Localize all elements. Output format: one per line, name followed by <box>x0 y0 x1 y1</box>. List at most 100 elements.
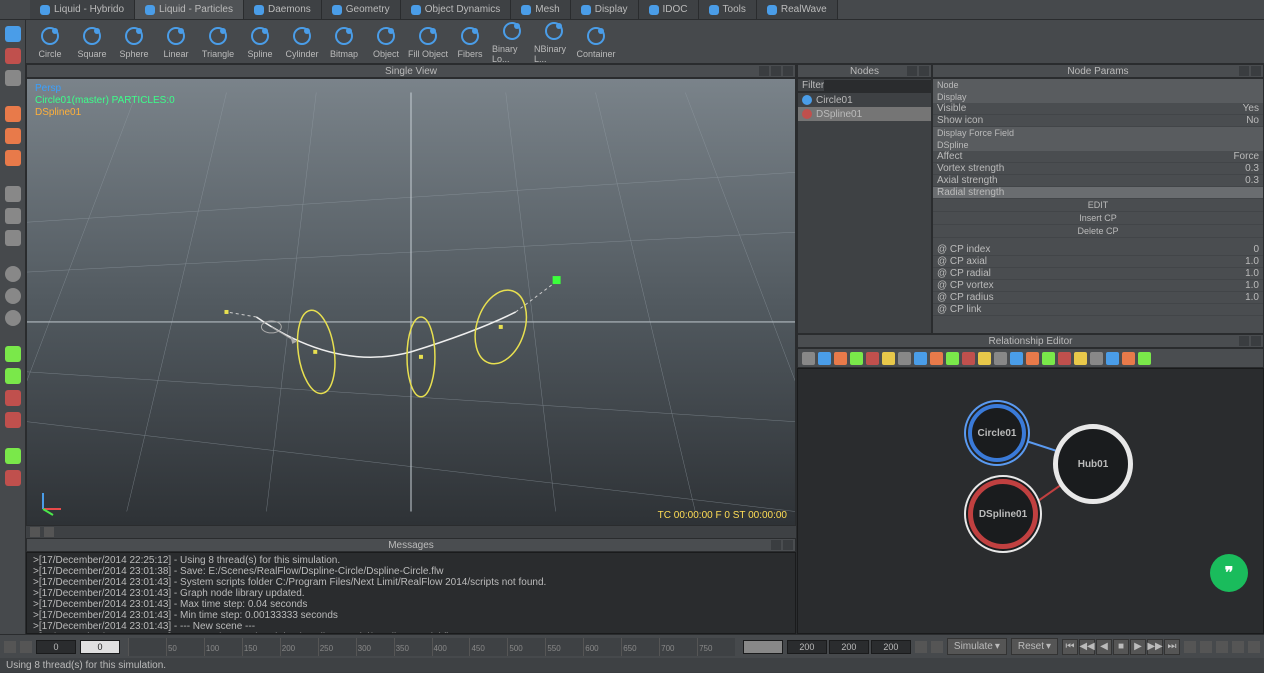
panel-min-icon[interactable] <box>771 540 781 550</box>
top-tab[interactable]: Daemons <box>244 0 322 19</box>
rel-node-circle[interactable]: Circle01 <box>968 404 1026 462</box>
rel-tool-icon[interactable] <box>1058 352 1071 365</box>
prev-frame-icon[interactable]: ◀◀ <box>1079 639 1095 655</box>
sidebar-icon[interactable] <box>5 208 21 224</box>
param-button[interactable]: EDIT <box>933 199 1263 212</box>
param-row[interactable]: Vortex strength0.3 <box>933 163 1263 175</box>
sidebar-icon[interactable] <box>5 390 21 406</box>
tool-button[interactable]: Triangle <box>198 23 238 61</box>
tool-button[interactable]: Fill Object <box>408 23 448 61</box>
sidebar-icon[interactable] <box>5 412 21 428</box>
options-icon[interactable] <box>1232 641 1244 653</box>
timeline[interactable]: 5010015020025030035040045050055060065070… <box>128 638 735 656</box>
rel-tool-icon[interactable] <box>882 352 895 365</box>
sidebar-icon[interactable] <box>5 448 21 464</box>
rel-tool-icon[interactable] <box>1042 352 1055 365</box>
rel-tool-icon[interactable] <box>818 352 831 365</box>
skip-end-icon[interactable]: ⏭ <box>1164 639 1180 655</box>
skip-start-icon[interactable]: ⏮ <box>1062 639 1078 655</box>
param-row[interactable]: @ CP radius1.0 <box>933 292 1263 304</box>
rel-tool-icon[interactable] <box>1122 352 1135 365</box>
tool-button[interactable]: Object <box>366 23 406 61</box>
top-tab[interactable]: Liquid - Particles <box>135 0 244 19</box>
tool-button[interactable]: Fibers <box>450 23 490 61</box>
param-button[interactable]: Insert CP <box>933 212 1263 225</box>
options-icon[interactable] <box>915 641 927 653</box>
param-row[interactable]: @ CP axial1.0 <box>933 256 1263 268</box>
tool-button[interactable]: Square <box>72 23 112 61</box>
tool-button[interactable]: Spline <box>240 23 280 61</box>
rel-tool-icon[interactable] <box>1106 352 1119 365</box>
play-icon[interactable]: ▶ <box>1130 639 1146 655</box>
rel-tool-icon[interactable] <box>1090 352 1103 365</box>
rel-tool-icon[interactable] <box>802 352 815 365</box>
stop-icon[interactable]: ■ <box>1113 639 1129 655</box>
panel-close-icon[interactable] <box>783 540 793 550</box>
tool-button[interactable]: Sphere <box>114 23 154 61</box>
rel-tool-icon[interactable] <box>834 352 847 365</box>
chat-button[interactable]: ❞ <box>1210 554 1248 592</box>
rel-tool-icon[interactable] <box>978 352 991 365</box>
rel-node-hub[interactable]: Hub01 <box>1053 424 1133 504</box>
nodes-list[interactable]: Circle01DSpline01 <box>797 92 932 334</box>
rel-tool-icon[interactable] <box>1010 352 1023 365</box>
top-tab[interactable]: IDOC <box>639 0 699 19</box>
rel-tool-icon[interactable] <box>1138 352 1151 365</box>
rel-node-dspline[interactable]: DSpline01 <box>968 479 1038 549</box>
panel-close-icon[interactable] <box>783 66 793 76</box>
tool-button[interactable]: Linear <box>156 23 196 61</box>
options-icon[interactable] <box>1200 641 1212 653</box>
sidebar-icon[interactable] <box>5 470 21 486</box>
tool-button[interactable]: Circle <box>30 23 70 61</box>
viewport[interactable]: Persp Circle01(master) PARTICLES:0 DSpli… <box>26 78 796 526</box>
param-section[interactable]: Display Force Field <box>933 127 1263 139</box>
frame-end-field[interactable]: 200 <box>871 640 911 654</box>
rel-tool-icon[interactable] <box>946 352 959 365</box>
simulate-button[interactable]: Simulate▾ <box>947 638 1007 655</box>
messages-body[interactable]: >[17/December/2014 22:25:12] - Using 8 t… <box>26 552 796 634</box>
tool-button[interactable]: Bitmap <box>324 23 364 61</box>
reset-button[interactable]: Reset▾ <box>1011 638 1058 655</box>
tool-button[interactable]: Binary Lo... <box>492 18 532 66</box>
top-tab[interactable]: Display <box>571 0 639 19</box>
param-row[interactable]: Radial strength <box>933 187 1263 199</box>
sidebar-icon[interactable] <box>5 310 21 326</box>
rel-tool-icon[interactable] <box>850 352 863 365</box>
param-row[interactable]: Show iconNo <box>933 115 1263 127</box>
sidebar-icon[interactable] <box>5 186 21 202</box>
options-icon[interactable] <box>1216 641 1228 653</box>
rel-tool-icon[interactable] <box>866 352 879 365</box>
panel-min-icon[interactable] <box>1239 66 1249 76</box>
play-back-icon[interactable]: ◀ <box>1096 639 1112 655</box>
tool-button[interactable]: Container <box>576 23 616 61</box>
rel-tool-icon[interactable] <box>1074 352 1087 365</box>
top-tab[interactable]: Object Dynamics <box>401 0 512 19</box>
panel-max-icon[interactable] <box>771 66 781 76</box>
param-section[interactable]: Node <box>933 79 1263 91</box>
top-tab[interactable]: Geometry <box>322 0 401 19</box>
sidebar-icon[interactable] <box>5 346 21 362</box>
sidebar-icon[interactable] <box>5 106 21 122</box>
sidebar-icon[interactable] <box>5 128 21 144</box>
node-item[interactable]: DSpline01 <box>798 107 931 121</box>
lock-icon[interactable] <box>4 641 16 653</box>
param-row[interactable]: @ CP index0 <box>933 244 1263 256</box>
folder-icon[interactable] <box>20 641 32 653</box>
frame-end-field[interactable]: 200 <box>787 640 827 654</box>
options-icon[interactable] <box>1184 641 1196 653</box>
rel-canvas[interactable]: Circle01 Hub01 DSpline01 <box>797 368 1264 634</box>
param-row[interactable]: VisibleYes <box>933 103 1263 115</box>
panel-min-icon[interactable] <box>759 66 769 76</box>
rel-tool-icon[interactable] <box>962 352 975 365</box>
param-button[interactable]: Delete CP <box>933 225 1263 238</box>
rel-tool-icon[interactable] <box>1026 352 1039 365</box>
frame-end-field[interactable]: 200 <box>829 640 869 654</box>
top-tab[interactable]: Liquid - Hybrido <box>30 0 135 19</box>
messages-tool-icon[interactable] <box>44 527 54 537</box>
param-row[interactable]: Axial strength0.3 <box>933 175 1263 187</box>
sidebar-icon[interactable] <box>5 368 21 384</box>
sidebar-icon[interactable] <box>5 266 21 282</box>
sidebar-icon[interactable] <box>5 150 21 166</box>
top-tab[interactable]: Mesh <box>511 0 570 19</box>
panel-close-icon[interactable] <box>1251 336 1261 346</box>
